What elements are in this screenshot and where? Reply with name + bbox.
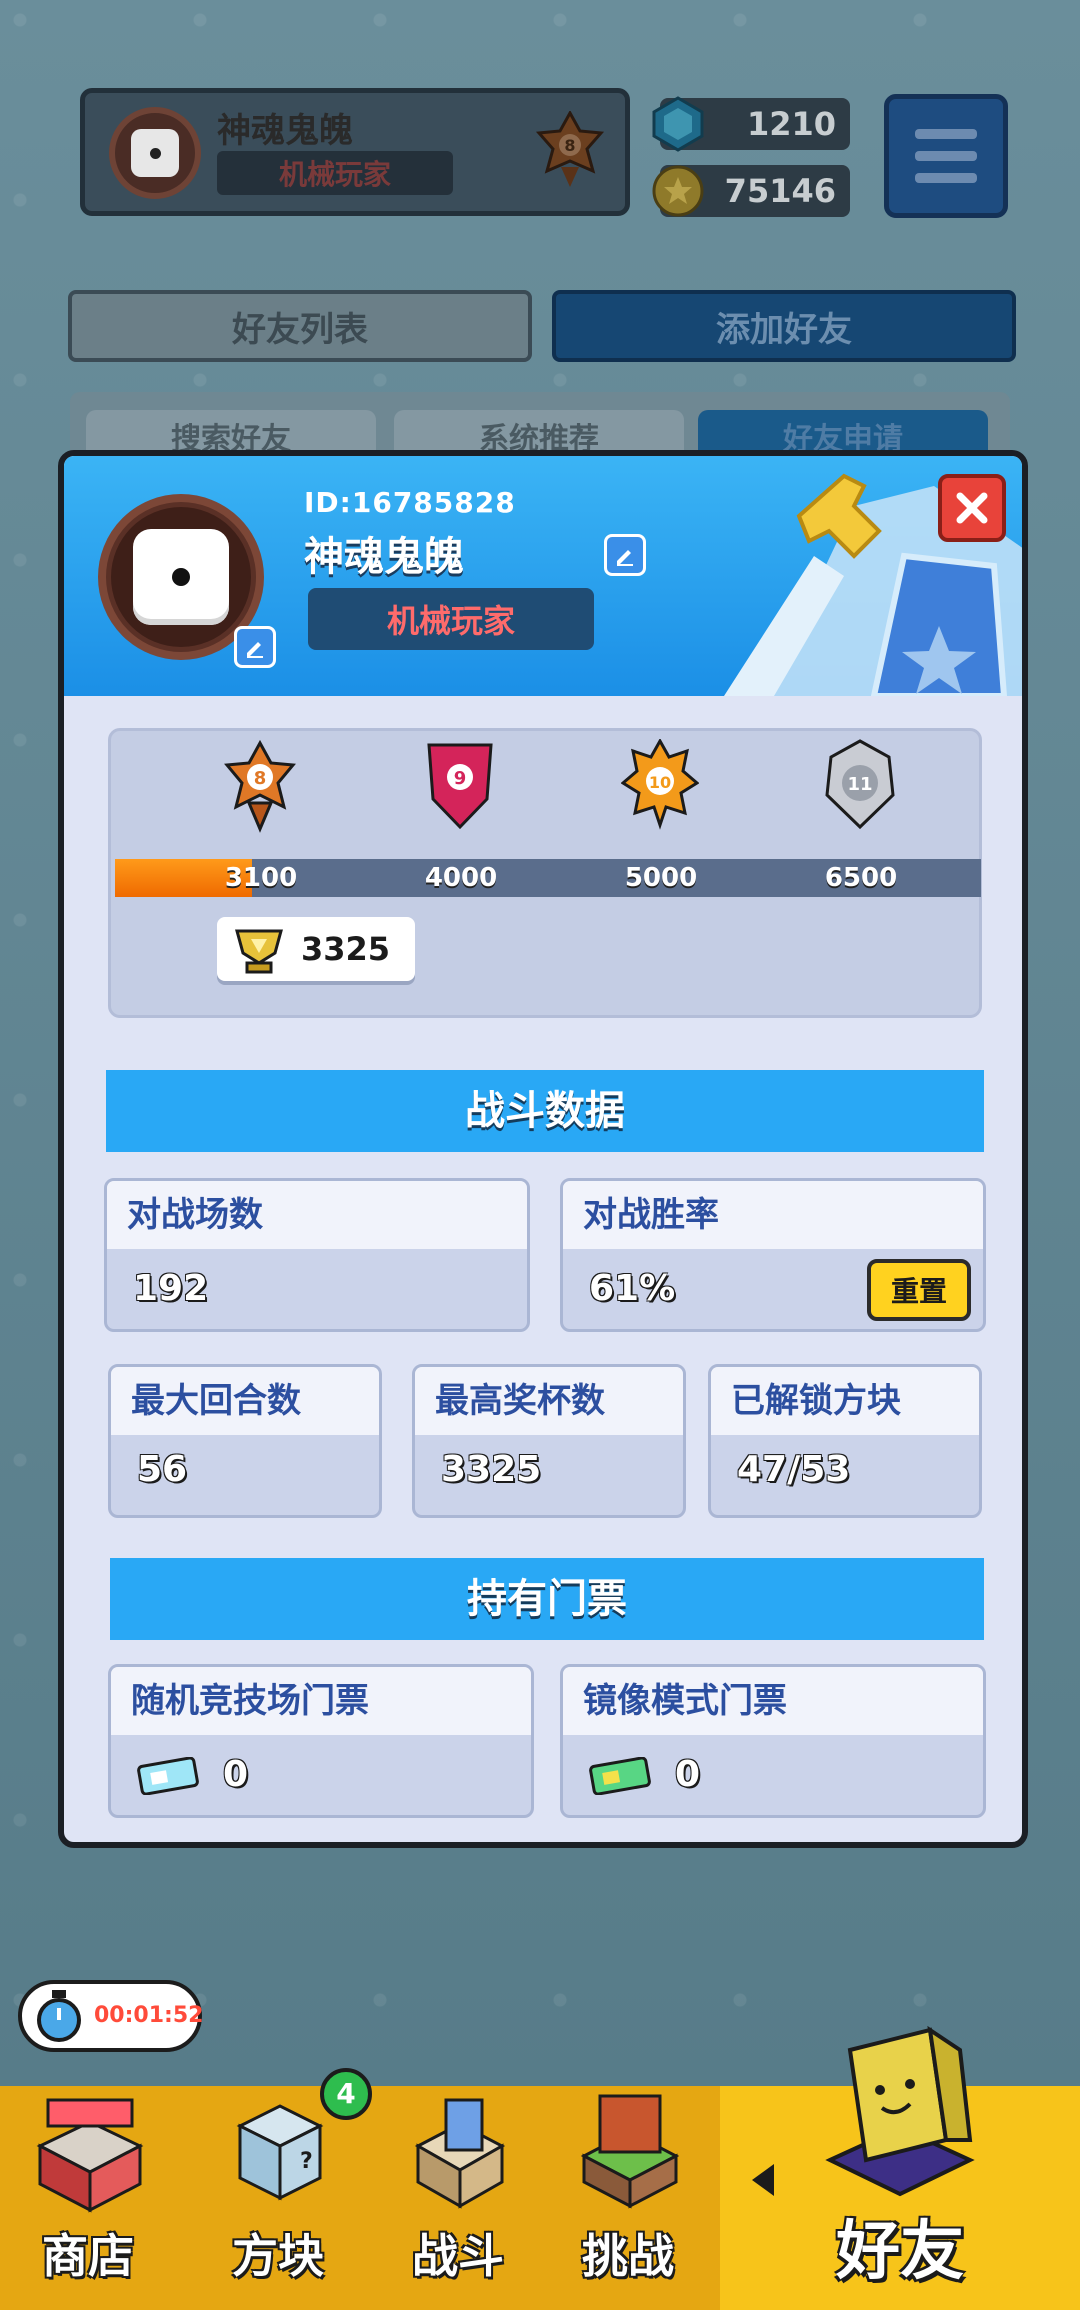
player-name: 神魂鬼魄 — [217, 111, 353, 151]
player-title: 机械玩家 — [217, 151, 453, 195]
mirror-ticket-label: 镜像模式门票 — [563, 1667, 983, 1735]
nav-blocks-label: 方块 — [232, 2229, 324, 2283]
unlocked-blocks-value: 47/53 — [737, 1449, 851, 1490]
arena-ticket-value: 0 — [223, 1754, 249, 1795]
close-icon — [956, 492, 988, 524]
menu-button[interactable] — [884, 94, 1008, 218]
timer-value: 00:01:52 — [94, 2003, 204, 2028]
rank-11-badge-icon: 11 — [825, 739, 895, 830]
rank-progress-panel: 8 9 10 11 3100 4000 5000 6500 3325 — [108, 728, 982, 1018]
shop-icon — [36, 2098, 144, 2213]
menu-icon — [915, 129, 977, 139]
edit-name-button[interactable] — [604, 534, 646, 576]
nav-battle[interactable]: 战斗 — [370, 2086, 546, 2310]
nav-arrow-icon — [752, 2164, 774, 2196]
rank-badge-icon: 8 — [535, 111, 605, 187]
svg-text:?: ? — [300, 2149, 313, 2174]
matches-card: 对战场数 192 — [104, 1178, 530, 1332]
rank-11-badge-level: 11 — [847, 774, 872, 795]
close-button[interactable] — [938, 474, 1006, 542]
max-trophies-value: 3325 — [441, 1449, 542, 1490]
coin-icon — [652, 165, 704, 217]
max-rounds-value: 56 — [137, 1449, 188, 1490]
dice-icon — [133, 529, 229, 625]
mirror-ticket-row: 0 — [563, 1735, 983, 1815]
coin-counter[interactable]: 75146 — [652, 165, 850, 217]
rank-threshold-11: 6500 — [824, 863, 898, 893]
current-trophies-box: 3325 — [217, 917, 415, 981]
pencil-icon — [617, 550, 633, 566]
stopwatch-icon — [37, 1990, 81, 2042]
current-trophies-value: 3325 — [301, 930, 391, 968]
arena-ticket-icon — [137, 1757, 199, 1795]
winrate-label: 对战胜率 — [563, 1181, 983, 1249]
mirror-ticket-card: 镜像模式门票 0 — [560, 1664, 986, 1818]
nav-friends-label: 好友 — [836, 2215, 964, 2289]
max-rounds-label: 最大回合数 — [111, 1367, 379, 1435]
gem-value: 1210 — [746, 105, 836, 143]
nav-shop[interactable]: 商店 — [0, 2086, 176, 2310]
nav-shop-label: 商店 — [42, 2229, 134, 2283]
nav-blocks[interactable]: ? 方块 — [190, 2086, 366, 2310]
battle-icon — [414, 2098, 506, 2209]
player-avatar — [109, 107, 201, 199]
arena-ticket-row: 0 — [111, 1735, 531, 1815]
coin-value: 75146 — [724, 172, 836, 210]
player-id: ID:16785828 — [304, 486, 516, 519]
trophy-icon — [235, 929, 283, 974]
battle-data-header: 战斗数据 — [106, 1070, 984, 1152]
rank-8-badge-level: 8 — [254, 768, 267, 789]
profile-name: 神魂鬼魄 — [304, 534, 464, 580]
rank-badge-level: 8 — [564, 136, 575, 155]
profile-title[interactable]: 机械玩家 — [308, 588, 594, 650]
profile-header: ID:16785828 神魂鬼魄 机械玩家 — [64, 456, 1022, 696]
tickets-header: 持有门票 — [110, 1558, 984, 1640]
profile-modal: ID:16785828 神魂鬼魄 机械玩家 8 9 10 11 3100 400… — [58, 450, 1028, 1848]
reset-button[interactable]: 重置 — [867, 1259, 971, 1321]
nav-challenge-label: 挑战 — [582, 2229, 674, 2283]
nav-challenge[interactable]: 挑战 — [540, 2086, 716, 2310]
challenge-icon — [580, 2094, 680, 2209]
rank-10-badge-level: 10 — [649, 773, 671, 792]
winrate-card: 对战胜率 61% 重置 — [560, 1178, 986, 1332]
tab-add-friend[interactable]: 添加好友 — [552, 290, 1016, 362]
matches-value: 192 — [133, 1268, 209, 1309]
rank-threshold-8: 3100 — [224, 863, 298, 893]
gem-icon — [652, 96, 704, 152]
player-bar[interactable]: 神魂鬼魄 机械玩家 8 — [80, 88, 630, 216]
tab-friends-list[interactable]: 好友列表 — [68, 290, 532, 362]
timer-bubble: 00:01:52 — [18, 1980, 204, 2052]
rank-9-badge-icon: 9 — [427, 743, 493, 830]
arena-ticket-label: 随机竞技场门票 — [111, 1667, 531, 1735]
mirror-ticket-icon — [589, 1757, 651, 1795]
pencil-icon — [247, 642, 263, 658]
unlocked-blocks-label: 已解锁方块 — [711, 1367, 979, 1435]
nav-battle-label: 战斗 — [412, 2229, 504, 2283]
blocks-notification-badge: 4 — [320, 2068, 372, 2120]
rank-9-badge-level: 9 — [454, 768, 467, 789]
rank-10-badge-icon: 10 — [621, 739, 699, 830]
rank-threshold-9: 4000 — [424, 863, 498, 893]
matches-label: 对战场数 — [107, 1181, 527, 1249]
dice-icon — [131, 129, 179, 177]
unlocked-blocks-card: 已解锁方块 47/53 — [708, 1364, 982, 1518]
mirror-ticket-value: 0 — [675, 1754, 701, 1795]
max-trophies-card: 最高奖杯数 3325 — [412, 1364, 686, 1518]
edit-avatar-button[interactable] — [234, 626, 276, 668]
rank-threshold-10: 5000 — [624, 863, 698, 893]
max-trophies-label: 最高奖杯数 — [415, 1367, 683, 1435]
gem-counter[interactable]: 1210 — [652, 96, 850, 152]
rank-8-badge-icon: 8 — [224, 739, 296, 833]
friends-character-icon — [825, 2025, 975, 2197]
arena-ticket-card: 随机竞技场门票 0 — [108, 1664, 534, 1818]
max-rounds-card: 最大回合数 56 — [108, 1364, 382, 1518]
